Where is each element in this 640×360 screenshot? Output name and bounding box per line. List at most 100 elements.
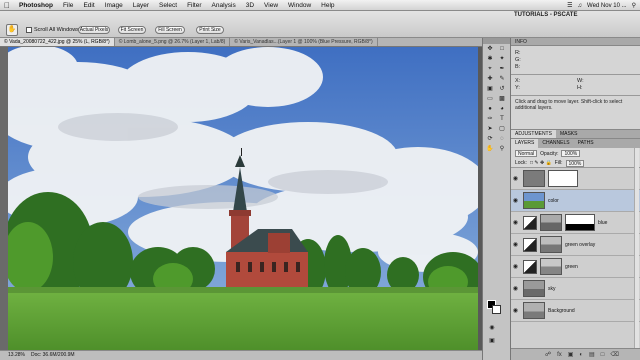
zoom-tool-icon[interactable]: ⚲ bbox=[497, 145, 507, 154]
wifi-icon[interactable]: ☰ bbox=[567, 2, 572, 9]
menu-edit[interactable]: Edit bbox=[78, 0, 99, 11]
document-canvas[interactable] bbox=[8, 47, 478, 351]
fill-label: Fill: bbox=[554, 160, 563, 166]
tab-layers[interactable]: LAYERS bbox=[511, 139, 539, 148]
gradient-tool-icon[interactable]: ▩ bbox=[497, 95, 507, 104]
print-size-button[interactable]: Print Size bbox=[196, 26, 224, 34]
layer-mask-thumbnail[interactable] bbox=[565, 214, 595, 231]
menu-layer[interactable]: Layer bbox=[128, 0, 154, 11]
move-tool-icon[interactable]: ✥ bbox=[485, 45, 495, 54]
layer-row[interactable]: ◉ green overlay bbox=[511, 234, 640, 256]
visibility-eye-icon[interactable]: ◉ bbox=[511, 175, 520, 182]
doc-tab[interactable]: © Varis_Vanadlas...(Layer 1 @ 100% (Blue… bbox=[230, 38, 378, 46]
menu-select[interactable]: Select bbox=[154, 0, 182, 11]
marquee-tool-icon[interactable]: □ bbox=[497, 45, 507, 54]
menu-clock[interactable]: Wed Nov 10 ... bbox=[587, 3, 627, 9]
blend-mode-select[interactable]: Normal bbox=[515, 150, 538, 157]
folder-icon[interactable]: ▤ bbox=[589, 351, 595, 358]
eyedropper-tool-icon[interactable]: ✒ bbox=[497, 65, 507, 74]
quick-select-tool-icon[interactable]: ✦ bbox=[497, 55, 507, 64]
visibility-eye-icon[interactable]: ◉ bbox=[511, 219, 520, 226]
doc-tab[interactable]: © Lomb_alone_5.png @ 26.7% (Layer 1, Lab… bbox=[115, 38, 231, 46]
doc-size: Doc: 36.6M/200.9M bbox=[30, 352, 75, 358]
layers-tabs: LAYERS CHANNELS PATHS bbox=[511, 139, 640, 148]
layer-mask-thumbnail[interactable] bbox=[548, 170, 578, 187]
fill-input[interactable]: 100% bbox=[565, 159, 585, 167]
add-mask-icon[interactable]: ▣ bbox=[568, 351, 574, 358]
blend-row: Normal Opacity: 100% bbox=[511, 148, 640, 159]
layer-row[interactable]: ◉ Background bbox=[511, 300, 640, 322]
visibility-eye-icon[interactable]: ◉ bbox=[511, 307, 520, 314]
actual-pixels-button[interactable]: Actual Pixels bbox=[78, 26, 110, 34]
3d-orbit-tool-icon[interactable]: ◌ bbox=[497, 135, 507, 144]
tab-paths[interactable]: PATHS bbox=[574, 139, 598, 148]
spotlight-icon[interactable]: ⚲ bbox=[632, 2, 636, 9]
menu-help[interactable]: Help bbox=[316, 0, 339, 11]
lock-icon[interactable]: □ ✎ ✥ 🔒 bbox=[530, 160, 552, 166]
history-brush-tool-icon[interactable]: ↺ bbox=[497, 85, 507, 94]
visibility-eye-icon[interactable]: ◉ bbox=[511, 263, 520, 270]
volume-icon[interactable]: ♫ bbox=[578, 3, 583, 9]
crop-tool-icon[interactable]: ⌖ bbox=[485, 65, 495, 74]
menu-image[interactable]: Image bbox=[100, 0, 128, 11]
tools-panel-header bbox=[483, 38, 510, 44]
doc-tab[interactable]: © Vada_20080722_422.jpg @ 25% (L, RGB/8*… bbox=[0, 38, 115, 46]
layer-row[interactable]: ◉ green bbox=[511, 256, 640, 278]
apple-menu-icon[interactable]:  bbox=[0, 1, 14, 10]
info-panel-title[interactable]: INFO bbox=[511, 38, 640, 46]
hand-tool-icon[interactable]: ✋ bbox=[485, 145, 495, 154]
quick-mask-icon[interactable]: ◉ bbox=[487, 324, 497, 333]
adjustment-icon[interactable]: ◐ bbox=[579, 352, 583, 358]
visibility-eye-icon[interactable]: ◉ bbox=[511, 241, 520, 248]
tab-channels[interactable]: CHANNELS bbox=[538, 139, 573, 148]
layers-scrollbar[interactable] bbox=[634, 148, 639, 348]
menu-view[interactable]: View bbox=[259, 0, 283, 11]
fx-icon[interactable]: fx bbox=[557, 352, 562, 358]
new-layer-icon[interactable]: □ bbox=[601, 352, 605, 358]
menu-3d[interactable]: 3D bbox=[241, 0, 259, 11]
visibility-eye-icon[interactable]: ◉ bbox=[511, 285, 520, 292]
layer-thumbnail bbox=[540, 214, 562, 231]
eraser-tool-icon[interactable]: ▭ bbox=[485, 95, 495, 104]
menu-analysis[interactable]: Analysis bbox=[207, 0, 241, 11]
menu-file[interactable]: File bbox=[58, 0, 78, 11]
layer-thumbnail bbox=[540, 258, 562, 275]
blur-tool-icon[interactable]: ● bbox=[485, 105, 495, 114]
clone-stamp-tool-icon[interactable]: ▣ bbox=[485, 85, 495, 94]
visibility-eye-icon[interactable]: ◉ bbox=[511, 197, 520, 204]
menu-filter[interactable]: Filter bbox=[182, 0, 206, 11]
opacity-input[interactable]: 100% bbox=[561, 150, 581, 157]
layer-row[interactable]: ◉ color bbox=[511, 190, 640, 212]
layer-row[interactable]: ◉ sky bbox=[511, 278, 640, 300]
lasso-tool-icon[interactable]: ✱ bbox=[485, 55, 495, 64]
healing-tool-icon[interactable]: ✚ bbox=[485, 75, 495, 84]
background-color-swatch[interactable] bbox=[492, 305, 501, 314]
fit-screen-button[interactable]: Fit Screen bbox=[118, 26, 146, 34]
scroll-all-windows-option[interactable]: Scroll All Windows bbox=[26, 27, 79, 33]
menu-window[interactable]: Window bbox=[283, 0, 316, 11]
info-divider bbox=[511, 95, 640, 96]
tab-masks[interactable]: MASKS bbox=[556, 130, 582, 138]
dodge-tool-icon[interactable]: ◕ bbox=[497, 105, 507, 114]
screen-mode-icon[interactable]: ▣ bbox=[487, 337, 497, 346]
3d-rotate-tool-icon[interactable]: ⟳ bbox=[485, 135, 495, 144]
pen-tool-icon[interactable]: ✑ bbox=[485, 115, 495, 124]
layer-thumbnail bbox=[523, 192, 545, 209]
shape-tool-icon[interactable]: ▢ bbox=[497, 125, 507, 134]
layer-row[interactable]: ◉ blue bbox=[511, 212, 640, 234]
link-icon[interactable]: ☍ bbox=[545, 351, 551, 358]
type-tool-icon[interactable]: T bbox=[497, 115, 507, 124]
path-select-tool-icon[interactable]: ➤ bbox=[485, 125, 495, 134]
zoom-level[interactable]: 13.28% bbox=[8, 351, 25, 360]
fill-screen-button[interactable]: Fill Screen bbox=[155, 26, 185, 34]
brush-tool-icon[interactable]: ✎ bbox=[497, 75, 507, 84]
layer-row[interactable]: ◉ bbox=[511, 168, 640, 190]
tab-adjustments[interactable]: ADJUSTMENTS bbox=[511, 130, 556, 138]
trash-icon[interactable]: ⌫ bbox=[610, 351, 618, 358]
hand-tool-icon[interactable]: ✋ bbox=[6, 24, 18, 36]
checkbox[interactable] bbox=[26, 27, 32, 33]
workspace-label[interactable]: TUTORIALS - PSCATE bbox=[514, 12, 577, 18]
layer-thumbnail bbox=[523, 170, 545, 187]
status-bar: 13.28% Doc: 36.6M/200.9M bbox=[0, 350, 482, 360]
menu-photoshop[interactable]: Photoshop bbox=[14, 0, 58, 11]
